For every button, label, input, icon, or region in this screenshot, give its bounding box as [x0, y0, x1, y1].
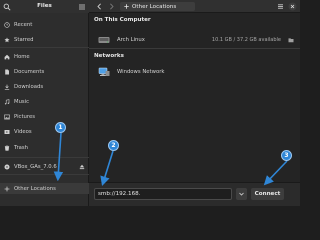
document-icon [5, 69, 9, 74]
server-address-input[interactable] [94, 188, 232, 200]
annotation-badge-1: 1 [55, 122, 66, 133]
forward-arrow-icon[interactable] [107, 2, 116, 11]
annotation-arrow-3 [263, 160, 288, 186]
sidebar-item-label: Home [14, 53, 30, 60]
app-title: Files [37, 3, 52, 9]
clock-icon [4, 21, 10, 28]
sidebar-item-recent[interactable]: Recent [0, 19, 89, 30]
connect-bar: Connect [89, 182, 300, 206]
header-bar: Other Locations [89, 0, 300, 13]
sidebar-item-trash[interactable]: Trash [0, 142, 89, 153]
sidebar-item-label: Pictures [14, 113, 35, 120]
close-icon[interactable] [288, 2, 297, 11]
disc-icon [4, 164, 10, 169]
trash-icon [4, 144, 10, 151]
hard-drive-icon [98, 36, 110, 43]
section-title-networks: Networks [94, 53, 124, 59]
home-icon [4, 54, 10, 59]
list-item-network[interactable]: Windows Network [89, 63, 300, 80]
sidebar-divider [0, 157, 89, 158]
connect-button[interactable]: Connect [251, 188, 284, 200]
sidebar-item-label: Videos [14, 128, 32, 135]
chevron-down-icon[interactable] [236, 188, 247, 200]
star-icon [4, 37, 10, 42]
back-arrow-icon[interactable] [95, 2, 104, 11]
sidebar-header: Files [0, 0, 89, 13]
menu-icon[interactable] [276, 2, 285, 11]
sidebar-item-label: VBox_GAs_7.0.6 [14, 163, 57, 170]
item-storage: 10.1 GB / 37.2 GB available [211, 36, 281, 43]
list-item-computer[interactable]: Arch Linux 10.1 GB / 37.2 GB available [89, 31, 300, 48]
hamburger-menu-icon[interactable] [78, 3, 86, 11]
annotation-badge-2: 2 [108, 140, 119, 151]
sidebar-item-label: Recent [14, 21, 33, 28]
sidebar-divider [0, 174, 89, 175]
picture-icon [4, 114, 10, 119]
plus-icon [124, 4, 129, 9]
location-label: Other Locations [132, 3, 177, 10]
sidebar-item-documents[interactable]: Documents [0, 66, 89, 77]
sidebar-item-label: Trash [14, 144, 28, 151]
sidebar-item-starred[interactable]: Starred [0, 34, 89, 45]
music-icon [4, 98, 10, 104]
eject-icon[interactable] [79, 164, 85, 170]
sidebar-item-label: Other Locations [14, 185, 56, 192]
file-manager-window: Files Recent Starred Home Documents Down… [0, 0, 300, 206]
sidebar-item-music[interactable]: Music [0, 96, 89, 107]
sidebar-item-other-locations[interactable]: Other Locations [0, 183, 89, 194]
plus-icon [4, 186, 10, 191]
annotation-badge-3: 3 [281, 150, 292, 161]
sidebar-item-label: Starred [14, 36, 34, 43]
sidebar-divider [0, 47, 89, 48]
sidebar-item-device[interactable]: VBox_GAs_7.0.6 [0, 161, 89, 172]
section-divider [89, 48, 300, 49]
network-computer-icon [98, 67, 110, 76]
sidebar-item-label: Music [14, 98, 30, 105]
location-path-bar[interactable]: Other Locations [120, 2, 195, 11]
section-title-computer: On This Computer [94, 17, 151, 23]
sidebar-item-videos[interactable]: Videos [0, 126, 89, 137]
sidebar-item-label: Downloads [14, 83, 44, 90]
sidebar-item-pictures[interactable]: Pictures [0, 111, 89, 122]
item-name: Arch Linux [117, 36, 145, 43]
sidebar-item-downloads[interactable]: Downloads [0, 81, 89, 92]
connect-button-label: Connect [254, 191, 281, 197]
sidebar-item-home[interactable]: Home [0, 51, 89, 62]
item-name: Windows Network [117, 68, 165, 75]
video-icon [4, 129, 10, 134]
sidebar-item-label: Documents [14, 68, 45, 75]
folder-icon[interactable] [288, 37, 294, 43]
annotation-arrow-2 [100, 150, 114, 187]
download-icon [4, 84, 10, 90]
sidebar: Files Recent Starred Home Documents Down… [0, 0, 89, 206]
